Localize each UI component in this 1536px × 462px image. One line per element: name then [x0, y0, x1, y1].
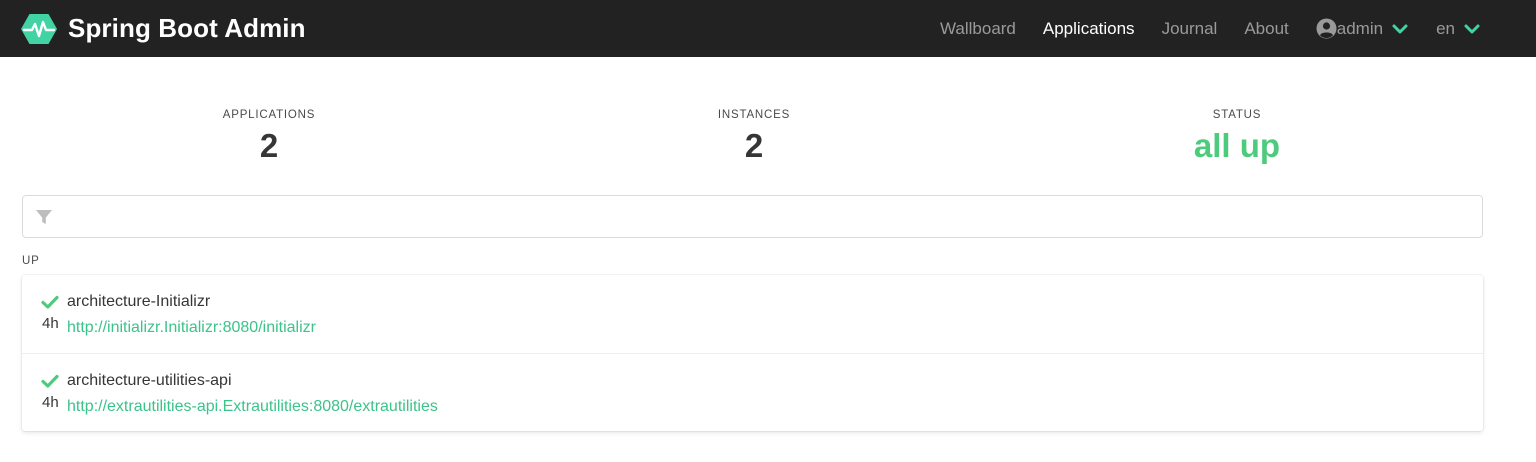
- nav-menu: Wallboard Applications Journal About adm…: [913, 0, 1480, 57]
- language-menu[interactable]: en: [1436, 19, 1480, 39]
- application-name: architecture-utilities-api: [67, 372, 232, 389]
- filter-icon: [36, 210, 52, 224]
- user-name: admin: [1336, 18, 1384, 38]
- chevron-down-icon: [1392, 24, 1408, 33]
- instance-age: 4h: [42, 394, 59, 411]
- nav-link-applications[interactable]: Applications: [1043, 19, 1135, 39]
- application-row[interactable]: 4h architecture-utilities-api http://ext…: [22, 353, 1483, 431]
- brand-name: Spring Boot Admin: [68, 13, 306, 43]
- stat-status: STATUS all up: [1087, 109, 1387, 163]
- top-navbar: Spring Boot Admin Wallboard Applications…: [0, 0, 1536, 57]
- check-icon: [41, 374, 59, 388]
- stat-applications-label: APPLICATIONS: [222, 109, 316, 121]
- nav-link-about[interactable]: About: [1244, 19, 1288, 39]
- stat-instances-value: 2: [744, 127, 764, 164]
- stat-instances: INSTANCES 2: [604, 109, 904, 163]
- nav-link-wallboard[interactable]: Wallboard: [940, 19, 1016, 39]
- status-indicator: [40, 295, 60, 309]
- language-label: en: [1436, 18, 1455, 38]
- check-icon: [41, 295, 59, 309]
- stat-applications: APPLICATIONS 2: [119, 109, 419, 163]
- application-url-link[interactable]: http://initializr.Initializr:8080/initia…: [67, 319, 316, 337]
- stat-status-label: STATUS: [1212, 109, 1262, 121]
- stat-applications-value: 2: [259, 127, 279, 164]
- heartbeat-logo-icon: [21, 13, 57, 44]
- group-label-up: UP: [22, 255, 40, 267]
- instance-age: 4h: [42, 315, 59, 332]
- status-indicator: [40, 374, 60, 388]
- stat-status-value: all up: [1193, 127, 1281, 164]
- application-list: 4h architecture-Initializr http://initia…: [22, 275, 1483, 431]
- brand[interactable]: Spring Boot Admin: [20, 0, 306, 57]
- nav-link-journal[interactable]: Journal: [1162, 19, 1218, 39]
- stat-instances-label: INSTANCES: [717, 109, 791, 121]
- user-menu[interactable]: admin: [1316, 18, 1408, 39]
- filter-input[interactable]: [63, 196, 1463, 237]
- application-row[interactable]: 4h architecture-Initializr http://initia…: [22, 275, 1483, 353]
- application-url-link[interactable]: http://extrautilities-api.Extrautilities…: [67, 398, 438, 416]
- filter-box: [22, 195, 1483, 238]
- chevron-down-icon: [1464, 24, 1480, 33]
- application-name: architecture-Initializr: [67, 293, 211, 310]
- user-circle-icon: [1316, 18, 1337, 39]
